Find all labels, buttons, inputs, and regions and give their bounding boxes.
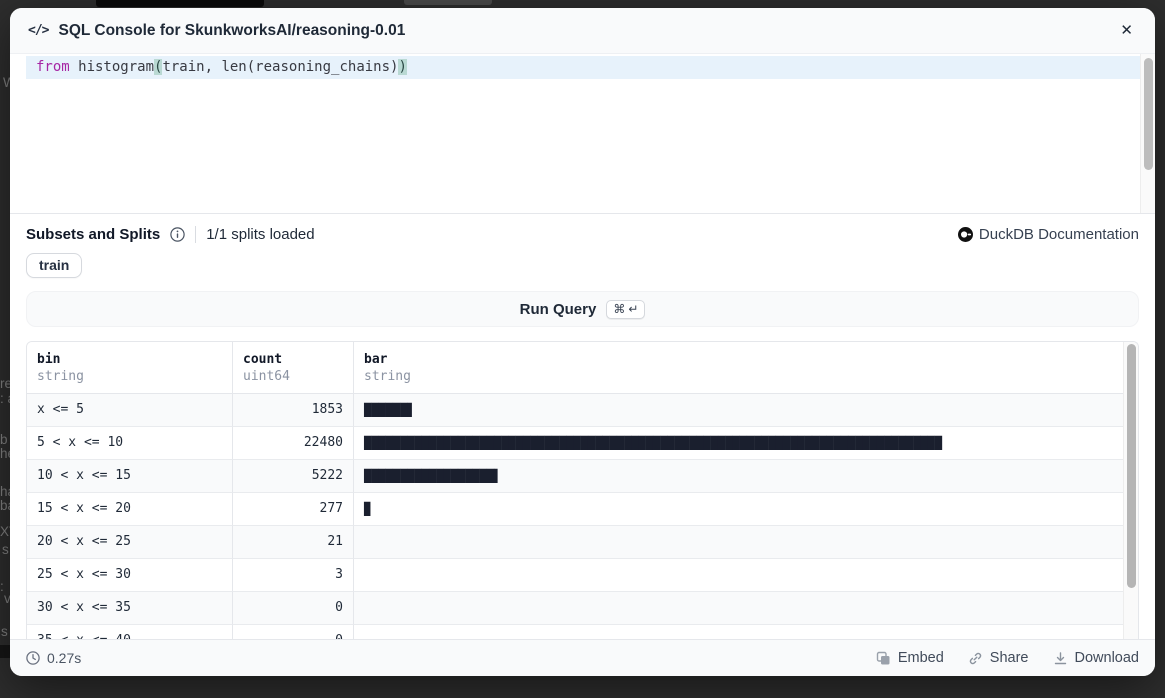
cell-count: 3 bbox=[233, 559, 354, 592]
cell-bar bbox=[354, 526, 1123, 559]
download-button[interactable]: Download bbox=[1053, 650, 1140, 666]
modal-title: SQL Console for SkunkworksAI/reasoning-0… bbox=[58, 22, 405, 40]
split-chip-train[interactable]: train bbox=[26, 253, 82, 278]
column-header-count: count uint64 bbox=[233, 342, 354, 394]
cell-bin: 10 < x <= 15 bbox=[27, 460, 233, 493]
share-label: Share bbox=[990, 650, 1029, 666]
cell-bar: ▉ bbox=[354, 493, 1123, 526]
close-button[interactable]: ✕ bbox=[1116, 19, 1137, 42]
sql-token: from bbox=[36, 59, 70, 75]
histogram-bar: ██████▋ bbox=[364, 403, 415, 417]
query-duration: 0.27s bbox=[26, 650, 81, 666]
histogram-bar: ████████████████████████████████████████… bbox=[364, 436, 942, 450]
subsets-title: Subsets and Splits bbox=[26, 226, 160, 243]
table-scrollbar-thumb[interactable] bbox=[1127, 344, 1136, 588]
backdrop-page-fragment bbox=[0, 645, 10, 658]
duckdb-docs-link[interactable]: DuckDB Documentation bbox=[958, 226, 1139, 243]
keyboard-shortcut-badge: ⌘ ↵ bbox=[606, 300, 645, 319]
cell-count: 5222 bbox=[233, 460, 354, 493]
backdrop-text-fragment: s bbox=[1, 625, 8, 639]
share-link-icon bbox=[968, 651, 983, 666]
column-name: bar bbox=[364, 351, 1113, 368]
vertical-divider bbox=[195, 226, 196, 243]
splits-loaded-status: 1/1 splits loaded bbox=[206, 226, 314, 243]
backdrop-text-fragment: b bbox=[0, 433, 8, 447]
embed-button[interactable]: Embed bbox=[876, 650, 944, 666]
code-icon: </> bbox=[28, 23, 48, 38]
column-type: uint64 bbox=[243, 368, 343, 385]
footer-actions: Embed Share Download bbox=[876, 650, 1139, 666]
share-button[interactable]: Share bbox=[968, 650, 1029, 666]
download-icon bbox=[1053, 651, 1068, 666]
cell-bin: x <= 5 bbox=[27, 394, 233, 427]
column-type: string bbox=[37, 368, 222, 385]
cell-bin: 25 < x <= 30 bbox=[27, 559, 233, 592]
splits-row: train bbox=[10, 243, 1155, 278]
cmd-key-icon: ⌘ bbox=[613, 302, 625, 316]
info-icon bbox=[170, 227, 185, 242]
duckdb-icon bbox=[958, 227, 973, 242]
duckdb-docs-label: DuckDB Documentation bbox=[979, 226, 1139, 243]
cell-count: 277 bbox=[233, 493, 354, 526]
column-name: bin bbox=[37, 351, 222, 368]
run-query-label: Run Query bbox=[520, 301, 597, 318]
cell-bar: ████████████████████████████████████████… bbox=[354, 427, 1123, 460]
backdrop-text-fragment: s bbox=[2, 543, 9, 557]
embed-label: Embed bbox=[898, 650, 944, 666]
cell-count: 1853 bbox=[233, 394, 354, 427]
column-header-bin: bin string bbox=[27, 342, 233, 394]
results-grid: bin string count uint64 bar string x <= … bbox=[27, 342, 1123, 639]
cell-bar bbox=[354, 592, 1123, 625]
cell-count: 21 bbox=[233, 526, 354, 559]
cell-bin: 30 < x <= 35 bbox=[27, 592, 233, 625]
column-header-bar: bar string bbox=[354, 342, 1123, 394]
cell-bar bbox=[354, 625, 1123, 639]
table-scrollbar[interactable] bbox=[1123, 342, 1138, 639]
subsets-row: Subsets and Splits 1/1 splits loaded Duc… bbox=[10, 214, 1155, 243]
sql-editor[interactable]: from histogram(train, len(reasoning_chai… bbox=[10, 54, 1155, 214]
modal-content: Subsets and Splits 1/1 splits loaded Duc… bbox=[10, 214, 1155, 639]
editor-scrollbar-thumb[interactable] bbox=[1144, 58, 1153, 170]
download-label: Download bbox=[1075, 650, 1140, 666]
query-duration-value: 0.27s bbox=[47, 650, 81, 666]
embed-icon bbox=[876, 651, 891, 666]
cell-bin: 15 < x <= 20 bbox=[27, 493, 233, 526]
results-table: bin string count uint64 bar string x <= … bbox=[26, 341, 1139, 639]
sql-console-modal: </> SQL Console for SkunkworksAI/reasoni… bbox=[10, 8, 1155, 676]
modal-footer: 0.27s Embed Share bbox=[10, 639, 1155, 676]
cell-bin: 5 < x <= 10 bbox=[27, 427, 233, 460]
clock-icon bbox=[26, 651, 40, 665]
editor-scrollbar[interactable] bbox=[1140, 54, 1155, 213]
close-icon: ✕ bbox=[1120, 22, 1133, 39]
backdrop-page-fragment bbox=[404, 0, 492, 5]
cell-count: 22480 bbox=[233, 427, 354, 460]
cell-bin: 35 < x <= 40 bbox=[27, 625, 233, 639]
cell-bar bbox=[354, 559, 1123, 592]
column-type: string bbox=[364, 368, 1113, 385]
sql-token: ) bbox=[398, 59, 406, 75]
run-query-button[interactable]: Run Query ⌘ ↵ bbox=[26, 291, 1139, 327]
sql-token: histogram bbox=[70, 59, 154, 75]
sql-token: train, len(reasoning_chains) bbox=[162, 59, 398, 75]
cell-bin: 20 < x <= 25 bbox=[27, 526, 233, 559]
enter-key-icon: ↵ bbox=[628, 302, 638, 316]
column-name: count bbox=[243, 351, 343, 368]
cell-bar: ██████▋ bbox=[354, 394, 1123, 427]
cell-bar: ██████████████████▌ bbox=[354, 460, 1123, 493]
info-button[interactable] bbox=[170, 227, 185, 242]
sql-query-line[interactable]: from histogram(train, len(reasoning_chai… bbox=[26, 56, 1140, 79]
modal-header: </> SQL Console for SkunkworksAI/reasoni… bbox=[10, 8, 1155, 54]
histogram-bar: ██████████████████▌ bbox=[364, 469, 501, 483]
histogram-bar: ▉ bbox=[364, 502, 371, 516]
cell-count: 0 bbox=[233, 625, 354, 639]
cell-count: 0 bbox=[233, 592, 354, 625]
backdrop-page-fragment bbox=[96, 0, 264, 7]
